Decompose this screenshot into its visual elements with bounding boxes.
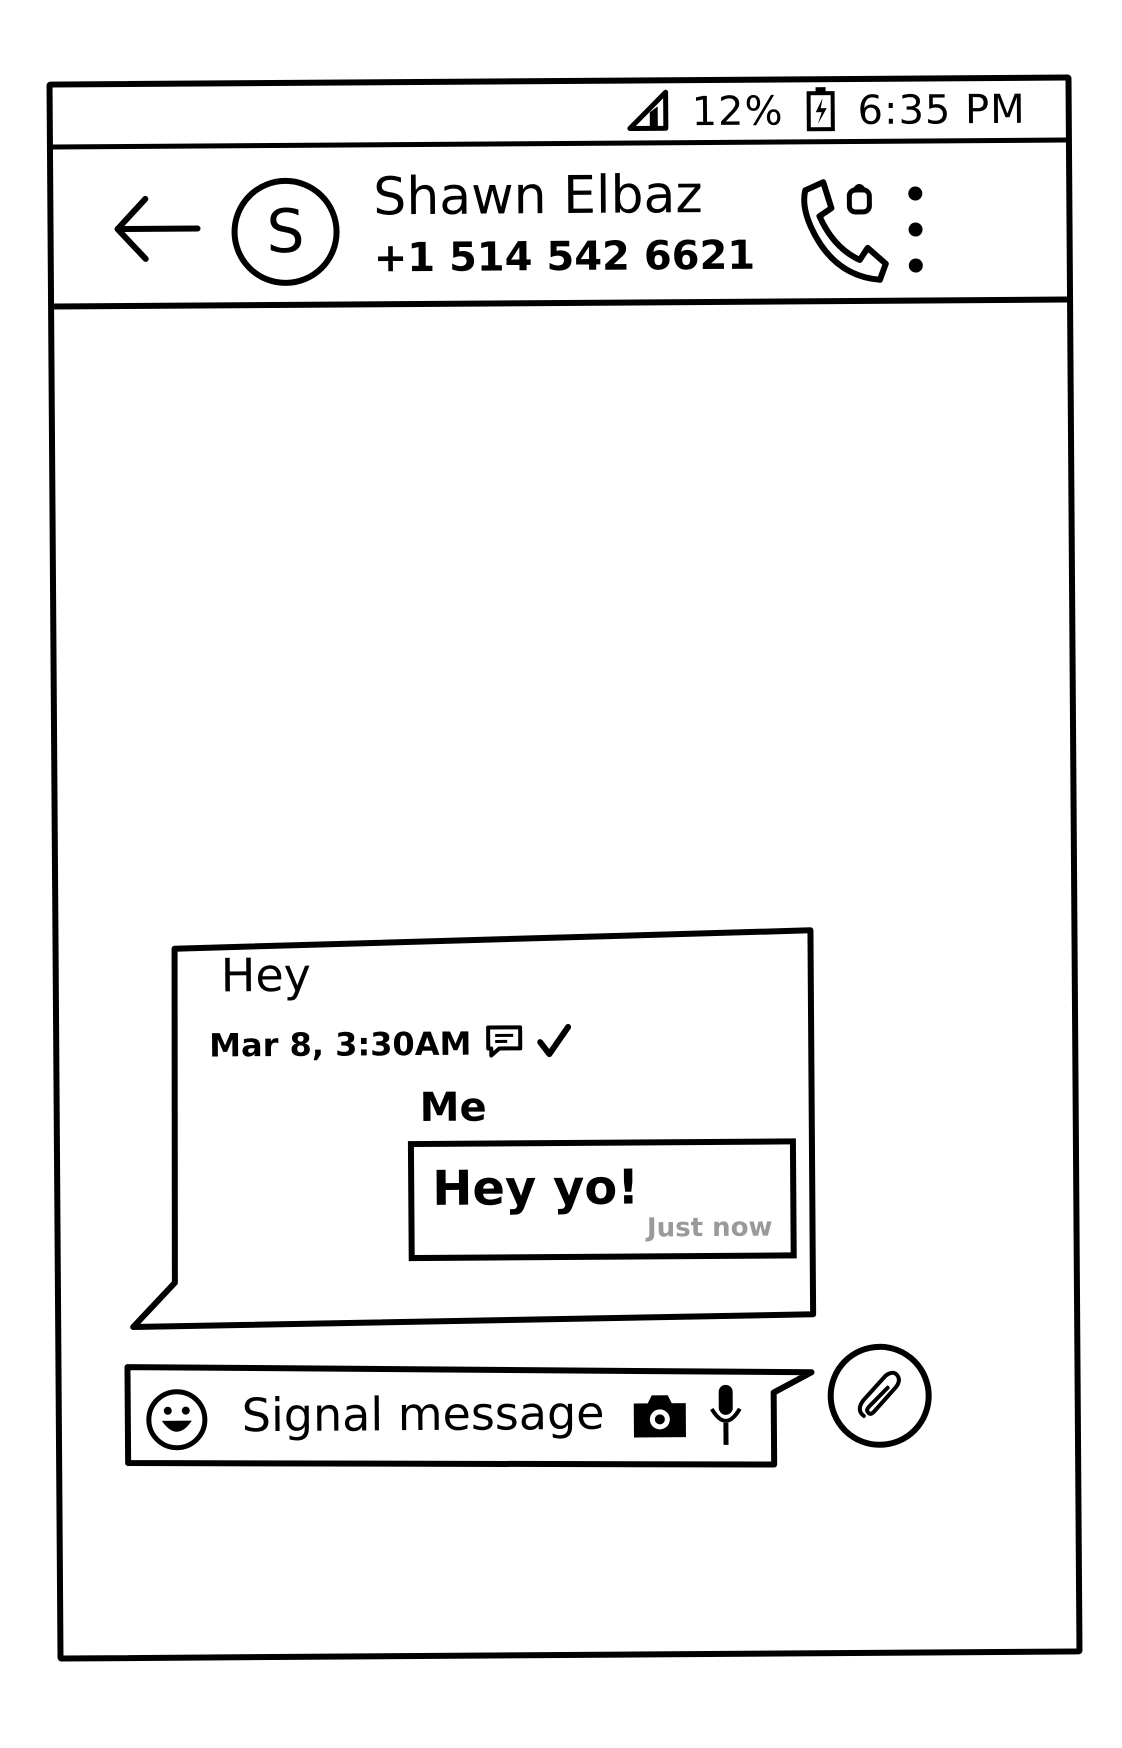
clock: 6:35 PM (857, 86, 1026, 134)
signal-icon (625, 88, 669, 136)
attach-button[interactable] (827, 1343, 933, 1449)
message-composer (123, 1358, 815, 1473)
avatar[interactable]: S (231, 177, 340, 287)
back-arrow-icon (114, 195, 201, 262)
outgoing-message-time: Just now (646, 1212, 773, 1244)
back-button[interactable] (111, 189, 202, 270)
contact-name[interactable]: Shawn Elbaz (373, 165, 703, 227)
sketch-sheet: 12% 6:35 PM S Shawn Elbaz +1 514 542 662… (0, 0, 1122, 1748)
emoji-button[interactable] (144, 1386, 210, 1452)
camera-button[interactable] (630, 1389, 690, 1441)
mic-icon (710, 1384, 742, 1445)
more-vert-icon (908, 186, 923, 273)
outgoing-message-text: Hey yo! (432, 1159, 640, 1217)
phone-frame: 12% 6:35 PM S Shawn Elbaz +1 514 542 662… (46, 74, 1083, 1662)
emoji-icon (146, 1389, 208, 1451)
incoming-message-time: Mar 8, 3:30AM (209, 1024, 472, 1065)
message-icon (485, 1024, 523, 1062)
secure-call-icon (801, 179, 889, 283)
sender-label: Me (419, 1084, 487, 1132)
message-input[interactable] (241, 1377, 613, 1451)
conversation-header: S Shawn Elbaz +1 514 542 6621 (52, 142, 1068, 310)
incoming-message-meta: Mar 8, 3:30AM (209, 1023, 572, 1065)
check-icon (537, 1023, 572, 1062)
battery-charging-icon (805, 86, 835, 136)
contact-phone: +1 514 542 6621 (373, 232, 756, 282)
camera-icon (633, 1395, 686, 1438)
more-options-button[interactable] (895, 179, 936, 279)
battery-percent: 12% (691, 87, 784, 135)
incoming-message-text: Hey (220, 947, 312, 1003)
status-bar: 12% 6:35 PM (52, 80, 1066, 150)
mic-button[interactable] (708, 1383, 744, 1447)
attach-icon (857, 1370, 901, 1418)
secure-call-button[interactable] (793, 168, 894, 289)
outgoing-message-bubble[interactable]: Hey yo! Just now (407, 1138, 797, 1262)
